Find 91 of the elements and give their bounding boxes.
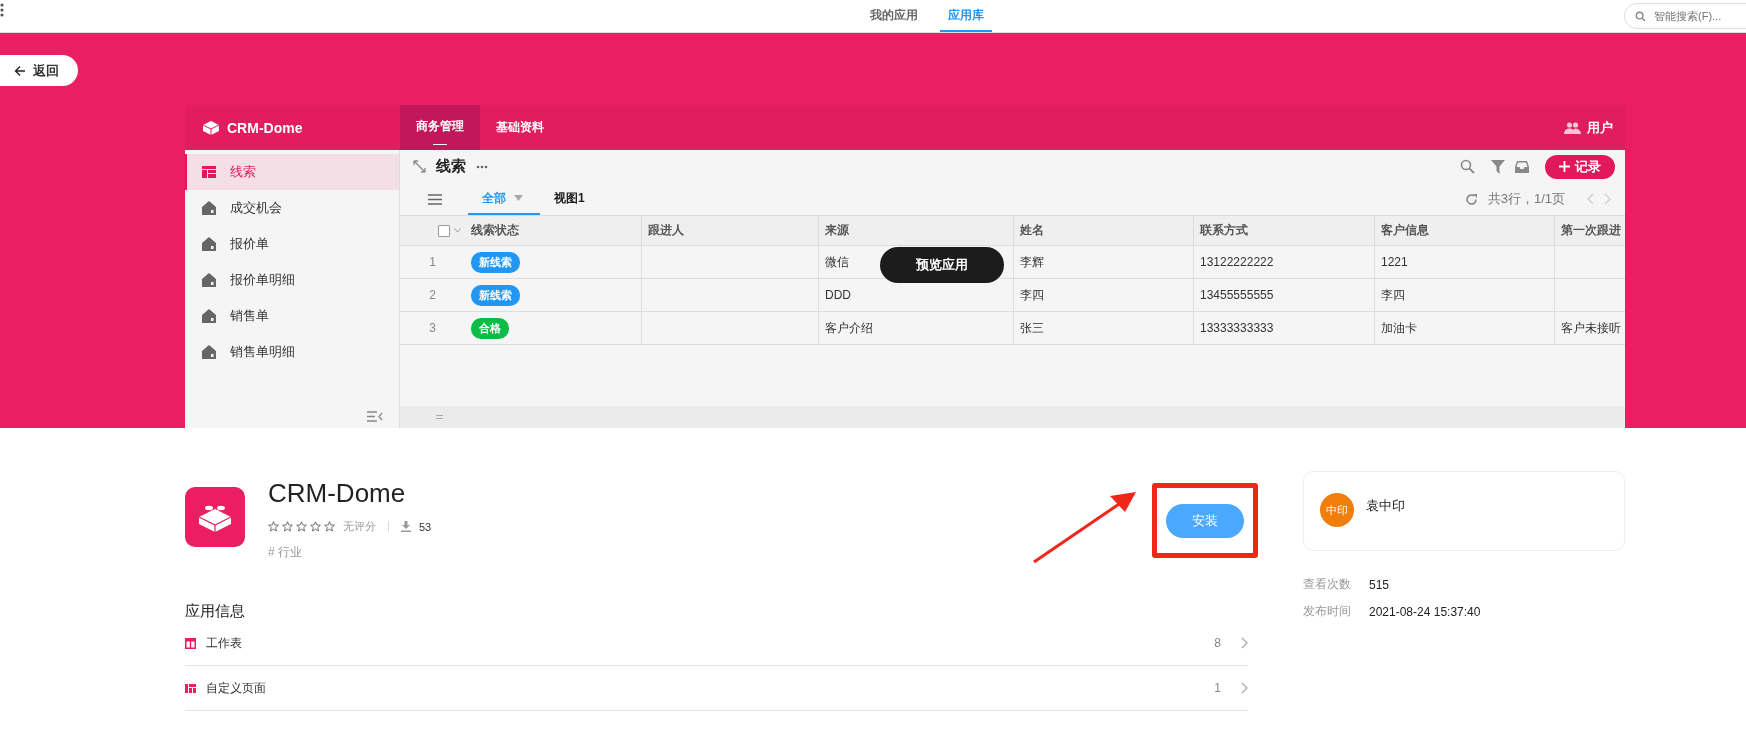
table-cell: 13122222222 [1200,255,1274,269]
stat-value: 515 [1369,577,1390,592]
avatar: 中印 [1320,493,1354,527]
table-cell: 加油卡 [1381,319,1417,337]
filter-icon[interactable] [1491,159,1505,174]
sidebar-item[interactable]: 成交机会 [185,190,399,226]
view-tab[interactable]: 视图1 [540,183,599,215]
table-cell: 1221 [1381,255,1408,269]
stat-value: 2021-08-24 15:37:40 [1369,604,1481,619]
column-header: 第一次跟进 [1561,222,1621,239]
row-number: 3 [429,321,436,335]
user-button[interactable]: 用户 [1564,105,1625,150]
table-cell: 李四 [1381,286,1405,304]
category-tag: # 行业 [268,544,432,561]
column-header: 客户信息 [1381,222,1429,239]
column-header: 姓名 [1020,222,1044,239]
more-icon[interactable] [476,164,488,169]
star-icon [296,521,307,532]
table-cell: DDD [825,288,851,302]
collapse-icon[interactable] [367,411,383,422]
star-icon [268,521,279,532]
table-cell: 张三 [1020,319,1044,337]
menu-icon[interactable] [428,193,442,205]
column-header: 来源 [825,222,849,239]
table-cell: 微信 [825,253,849,271]
table-cell: 李辉 [1020,253,1044,271]
module-tab[interactable]: 商务管理 [400,105,480,150]
table-icon [202,166,216,178]
brick-icon [202,119,220,136]
info-row[interactable]: 自定义页面 1 [185,666,1248,711]
row-number: 1 [429,255,436,269]
search-icon[interactable] [1460,159,1475,174]
table-cell: 13455555555 [1200,288,1274,302]
stat-label: 查看次数 [1303,576,1352,593]
chevron-right-icon [1241,637,1248,649]
info-row[interactable]: 工作表 8 [185,621,1248,666]
table-cell: 李四 [1020,286,1044,304]
chevron-right-icon [1241,682,1248,694]
column-header: 联系方式 [1200,222,1248,239]
status-tag: 新线索 [471,251,520,273]
refresh-icon[interactable] [1464,192,1478,206]
more-icon[interactable] [0,3,4,17]
download-count: 53 [419,520,432,533]
add-record-button[interactable]: 记录 [1545,154,1615,179]
checkbox[interactable] [438,224,450,237]
house-icon [202,309,216,323]
house-icon [202,201,216,215]
rating-text: 无评分 [343,519,376,534]
stat-label: 发布时间 [1303,603,1352,620]
column-header: 跟进人 [648,222,684,239]
inbox-icon[interactable] [1515,160,1529,173]
search-icon [1635,10,1646,22]
sidebar-item[interactable]: 报价单 [185,226,399,262]
caret-icon [514,195,523,201]
table-cell: 13333333333 [1200,321,1274,335]
status-tag: 合格 [471,317,509,339]
worksheet-icon [185,637,196,649]
page-layout-icon [185,683,196,693]
table-cell: 客户未接听 [1561,319,1621,337]
star-icon [310,521,321,532]
nav-tab[interactable]: 我的应用 [862,0,926,32]
house-icon [202,237,216,251]
module-tab[interactable]: 基础资料 [480,105,560,150]
download-icon [401,521,411,532]
status-tag: 新线索 [471,284,520,306]
preview-app-button[interactable]: 预览应用 [880,247,1004,283]
caret-icon[interactable] [454,228,461,233]
app-name: CRM-Dome [227,119,303,136]
view-title: 线索 [436,157,466,176]
drag-handle-icon[interactable] [436,415,443,419]
house-icon [202,273,216,287]
section-title: 应用信息 [185,602,246,621]
app-icon [185,487,245,547]
plus-icon [1559,161,1570,172]
author-name: 袁中印 [1366,497,1405,515]
star-icon [324,521,335,532]
row-number: 2 [429,288,436,302]
back-button[interactable]: 返回 [0,55,78,86]
people-icon [1564,121,1581,134]
column-header: 线索状态 [471,222,519,239]
record-summary: 共3行，1/1页 [1487,190,1565,208]
sidebar-item[interactable]: 销售单 [185,298,399,334]
app-title: CRM-Dome [268,478,407,509]
arrow-left-icon [14,64,26,77]
sidebar-item[interactable]: 线索 [185,154,399,190]
star-icon [282,521,293,532]
sidebar-item[interactable]: 销售单明细 [185,334,399,370]
sidebar-item[interactable]: 报价单明细 [185,262,399,298]
house-icon [202,345,216,359]
table-cell: 客户介绍 [825,319,873,337]
expand-icon[interactable] [413,160,426,173]
